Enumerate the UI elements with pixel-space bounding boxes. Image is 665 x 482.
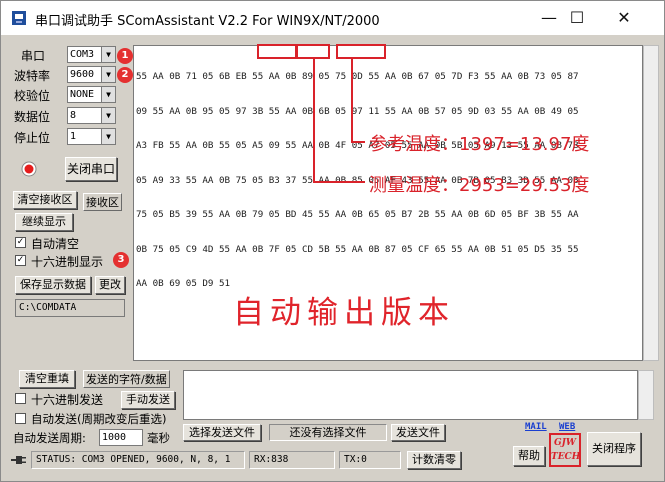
chevron-down-icon[interactable]: ▼ xyxy=(101,86,116,103)
receive-scrollbar[interactable] xyxy=(643,45,659,361)
window-title: 串口调试助手 SComAssistant V2.2 For WIN9X/NT/2… xyxy=(35,14,380,29)
tx-count: TX:0 xyxy=(339,451,401,469)
badge-3: 3 xyxy=(113,252,129,268)
parity-label: 校验位 xyxy=(14,89,51,103)
send-file-button[interactable]: 发送文件 xyxy=(391,424,445,441)
measured-temp-annotation: 测量温度：2953=29.53度 xyxy=(369,175,590,196)
status-text: STATUS: COM3 OPENED, 9600, N, 8, 1 xyxy=(31,451,245,469)
stopbits-select[interactable]: 1 ▼ xyxy=(67,128,116,145)
port-select[interactable]: COM3 ▼ xyxy=(67,46,116,63)
stopbits-value: 1 xyxy=(70,131,77,142)
highlight-measured-box xyxy=(296,44,330,59)
change-path-button[interactable]: 更改 xyxy=(95,276,125,294)
databits-label: 数据位 xyxy=(14,110,51,124)
save-data-button[interactable]: 保存显示数据 xyxy=(15,276,91,294)
app-window: 串口调试助手 SComAssistant V2.2 For WIN9X/NT/2… xyxy=(0,0,665,482)
highlight-reference-box xyxy=(336,44,386,59)
receive-line: 55 AA 0B 71 05 6B EB 55 AA 0B 89 05 75 0… xyxy=(136,71,579,82)
highlight-header-box xyxy=(257,44,297,59)
period-input[interactable]: 1000 xyxy=(99,429,143,446)
auto-clear-checkbox[interactable]: ✓ xyxy=(15,237,26,248)
rx-count: RX:838 xyxy=(249,451,335,469)
baud-value: 9600 xyxy=(70,69,95,80)
hex-display-label: 十六进制显示 xyxy=(31,255,104,269)
close-port-button[interactable]: 关闭串口 xyxy=(65,157,117,181)
clear-receive-button[interactable]: 清空接收区 xyxy=(13,191,77,209)
title-bar: 串口调试助手 SComAssistant V2.2 For WIN9X/NT/2… xyxy=(1,1,664,35)
auto-send-checkbox[interactable] xyxy=(15,413,26,424)
reference-pointer-line xyxy=(351,141,365,143)
settings-panel: 串口 COM3 ▼ 波特率 9600 ▼ 校验位 NONE ▼ 数据位 8 ▼ … xyxy=(11,43,131,363)
send-scrollbar[interactable] xyxy=(638,370,654,420)
receive-line: 09 55 AA 0B 95 05 97 3B 55 AA 0B 6B 05 9… xyxy=(136,105,579,117)
select-file-button[interactable]: 选择发送文件 xyxy=(183,424,261,441)
receive-area-label: 接收区 xyxy=(83,193,122,211)
hex-display-checkbox[interactable]: ✓ xyxy=(15,255,26,266)
stopbits-label: 停止位 xyxy=(14,131,51,145)
port-label: 串口 xyxy=(21,49,46,63)
badge-1: 1 xyxy=(117,48,133,64)
web-link[interactable]: WEB xyxy=(559,422,575,432)
parity-value: NONE xyxy=(70,89,95,100)
auto-output-version-title: 自动输出版本 xyxy=(233,295,455,331)
send-input[interactable] xyxy=(183,370,638,420)
connector-icon xyxy=(11,456,26,464)
parity-select[interactable]: NONE ▼ xyxy=(67,86,116,103)
databits-select[interactable]: 8 ▼ xyxy=(67,107,116,124)
period-label: 自动发送周期: xyxy=(13,431,86,445)
sent-chars-label: 发送的字符/数据 xyxy=(83,370,170,388)
port-status-indicator-icon xyxy=(21,161,37,177)
no-file-label: 还没有选择文件 xyxy=(269,424,387,441)
badge-2: 2 xyxy=(117,67,133,83)
count-clear-button[interactable]: 计数清零 xyxy=(407,451,461,469)
save-path-field[interactable]: C:\COMDATA xyxy=(15,299,125,317)
maximize-button[interactable]: ☐ xyxy=(554,1,600,35)
auto-clear-label: 自动清空 xyxy=(31,237,80,251)
receive-line: 0B 75 05 C9 4D 55 AA 0B 7F 05 CD 5B 55 A… xyxy=(136,243,579,255)
app-icon xyxy=(12,11,26,25)
clear-resend-button[interactable]: 清空重填 xyxy=(19,370,75,388)
measured-pointer-line xyxy=(313,181,365,183)
close-window-button[interactable]: ✕ xyxy=(601,1,647,35)
databits-value: 8 xyxy=(70,110,77,121)
hex-send-label: 十六进制发送 xyxy=(31,393,104,407)
continue-display-button[interactable]: 继续显示 xyxy=(15,213,73,231)
chevron-down-icon[interactable]: ▼ xyxy=(101,128,116,145)
status-bar: STATUS: COM3 OPENED, 9600, N, 8, 1 RX:83… xyxy=(11,451,656,469)
reference-pointer-line xyxy=(351,59,353,143)
baud-label: 波特率 xyxy=(14,69,51,83)
chevron-down-icon[interactable]: ▼ xyxy=(101,66,116,83)
measured-pointer-line xyxy=(313,59,315,183)
port-value: COM3 xyxy=(70,49,95,60)
period-unit: 毫秒 xyxy=(147,431,170,445)
mail-link[interactable]: MAIL xyxy=(525,422,547,432)
baud-select[interactable]: 9600 ▼ xyxy=(67,66,116,83)
hex-send-checkbox[interactable] xyxy=(15,393,26,404)
reference-temp-annotation: 参考温度：1397=13.97度 xyxy=(369,134,590,155)
manual-send-button[interactable]: 手动发送 xyxy=(121,391,175,409)
receive-line: 75 05 B5 39 55 AA 0B 79 05 BD 45 55 AA 0… xyxy=(136,209,579,220)
auto-send-label: 自动发送(周期改变后重选) xyxy=(31,412,167,426)
chevron-down-icon[interactable]: ▼ xyxy=(101,107,116,124)
chevron-down-icon[interactable]: ▼ xyxy=(101,46,116,63)
